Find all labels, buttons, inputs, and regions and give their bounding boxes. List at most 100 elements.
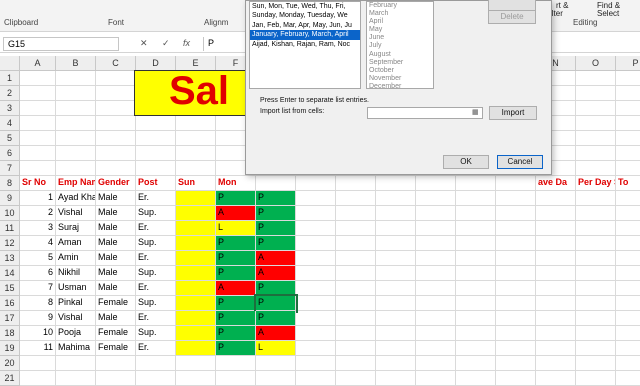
cell-mon[interactable]: L (216, 221, 256, 236)
cell[interactable] (536, 191, 576, 206)
cell-post[interactable]: Er. (136, 191, 176, 206)
cell[interactable] (456, 206, 496, 221)
import-button[interactable]: Import (489, 106, 537, 120)
cell[interactable] (576, 296, 616, 311)
cell-gender[interactable]: Male (96, 311, 136, 326)
cell[interactable] (336, 326, 376, 341)
cell[interactable] (616, 326, 640, 341)
cell[interactable] (536, 311, 576, 326)
cell[interactable] (616, 101, 640, 116)
cell-mon[interactable]: A (216, 281, 256, 296)
cell[interactable] (576, 341, 616, 356)
cell[interactable] (616, 146, 640, 161)
cell[interactable] (616, 206, 640, 221)
cell-sun[interactable] (176, 191, 216, 206)
cell-sun[interactable] (176, 326, 216, 341)
cell-mon[interactable]: P (216, 341, 256, 356)
cell[interactable] (336, 266, 376, 281)
cell[interactable] (96, 116, 136, 131)
cell[interactable] (216, 371, 256, 386)
cell[interactable] (456, 236, 496, 251)
header-leave-days[interactable]: ave Da (536, 176, 576, 191)
cell-mon[interactable]: P (216, 266, 256, 281)
cell[interactable] (536, 281, 576, 296)
header-mon[interactable]: Mon (216, 176, 256, 191)
cell[interactable] (256, 176, 296, 191)
cell[interactable] (376, 326, 416, 341)
enter-icon[interactable]: ✓ (162, 38, 170, 49)
cell-mon[interactable]: A (216, 206, 256, 221)
cell-sr-no[interactable]: 3 (20, 221, 56, 236)
cell[interactable] (536, 326, 576, 341)
cell[interactable] (456, 281, 496, 296)
cell[interactable] (20, 371, 56, 386)
cell[interactable] (456, 356, 496, 371)
column-header-o[interactable]: O (576, 56, 616, 71)
cell[interactable] (336, 371, 376, 386)
cell[interactable] (496, 326, 536, 341)
cell[interactable] (536, 221, 576, 236)
cell[interactable] (376, 221, 416, 236)
cell[interactable] (416, 206, 456, 221)
cell[interactable] (256, 356, 296, 371)
cell-sun[interactable] (176, 251, 216, 266)
cell[interactable] (536, 341, 576, 356)
cell-emp-name[interactable]: Pinkal (56, 296, 96, 311)
cell[interactable] (576, 311, 616, 326)
cell[interactable] (456, 191, 496, 206)
cell[interactable] (96, 161, 136, 176)
cell-emp-name[interactable]: Ayad Khar (56, 191, 96, 206)
cell[interactable] (536, 236, 576, 251)
cell[interactable] (416, 281, 456, 296)
cell-sun[interactable] (176, 221, 216, 236)
cell[interactable] (20, 161, 56, 176)
cell[interactable] (576, 146, 616, 161)
header-per-day-salary[interactable]: Per Day S (576, 176, 616, 191)
cell[interactable] (616, 86, 640, 101)
cell-sr-no[interactable]: 6 (20, 266, 56, 281)
row-header-18[interactable]: 18 (0, 326, 20, 341)
cell[interactable] (376, 296, 416, 311)
cell-mon[interactable]: P (216, 296, 256, 311)
cell-mon[interactable]: P (216, 236, 256, 251)
cell[interactable] (496, 176, 536, 191)
cell-tue[interactable]: P (254, 294, 298, 313)
cell[interactable] (416, 296, 456, 311)
list-entries-box[interactable]: February March April May June July August Septe… (366, 1, 434, 89)
cell[interactable] (296, 371, 336, 386)
cell[interactable] (456, 266, 496, 281)
cell[interactable] (496, 221, 536, 236)
row-header-2[interactable]: 2 (0, 86, 20, 101)
cell-post[interactable]: Sup. (136, 296, 176, 311)
cell[interactable] (336, 236, 376, 251)
cell-emp-name[interactable]: Nikhil (56, 266, 96, 281)
header-post[interactable]: Post (136, 176, 176, 191)
cell-sun[interactable] (176, 296, 216, 311)
cell[interactable] (136, 371, 176, 386)
cell[interactable] (416, 221, 456, 236)
cell-post[interactable]: Sup. (136, 326, 176, 341)
cell[interactable] (96, 101, 136, 116)
cell[interactable] (376, 236, 416, 251)
cell[interactable] (616, 356, 640, 371)
cell[interactable] (20, 101, 56, 116)
cell[interactable] (336, 206, 376, 221)
cell[interactable] (456, 371, 496, 386)
cell[interactable] (576, 266, 616, 281)
cell-gender[interactable]: Male (96, 191, 136, 206)
cell-post[interactable]: Er. (136, 341, 176, 356)
cell[interactable] (496, 356, 536, 371)
cell-post[interactable]: Er. (136, 281, 176, 296)
cell[interactable] (576, 356, 616, 371)
cell[interactable] (416, 251, 456, 266)
cell[interactable] (416, 236, 456, 251)
row-header-17[interactable]: 17 (0, 311, 20, 326)
cell[interactable] (296, 191, 336, 206)
cell[interactable] (456, 341, 496, 356)
cell[interactable] (20, 131, 56, 146)
cell[interactable] (496, 251, 536, 266)
row-header-20[interactable]: 20 (0, 356, 20, 371)
cell[interactable] (136, 116, 176, 131)
header-sr-no[interactable]: Sr No (20, 176, 56, 191)
cell-sr-no[interactable]: 11 (20, 341, 56, 356)
